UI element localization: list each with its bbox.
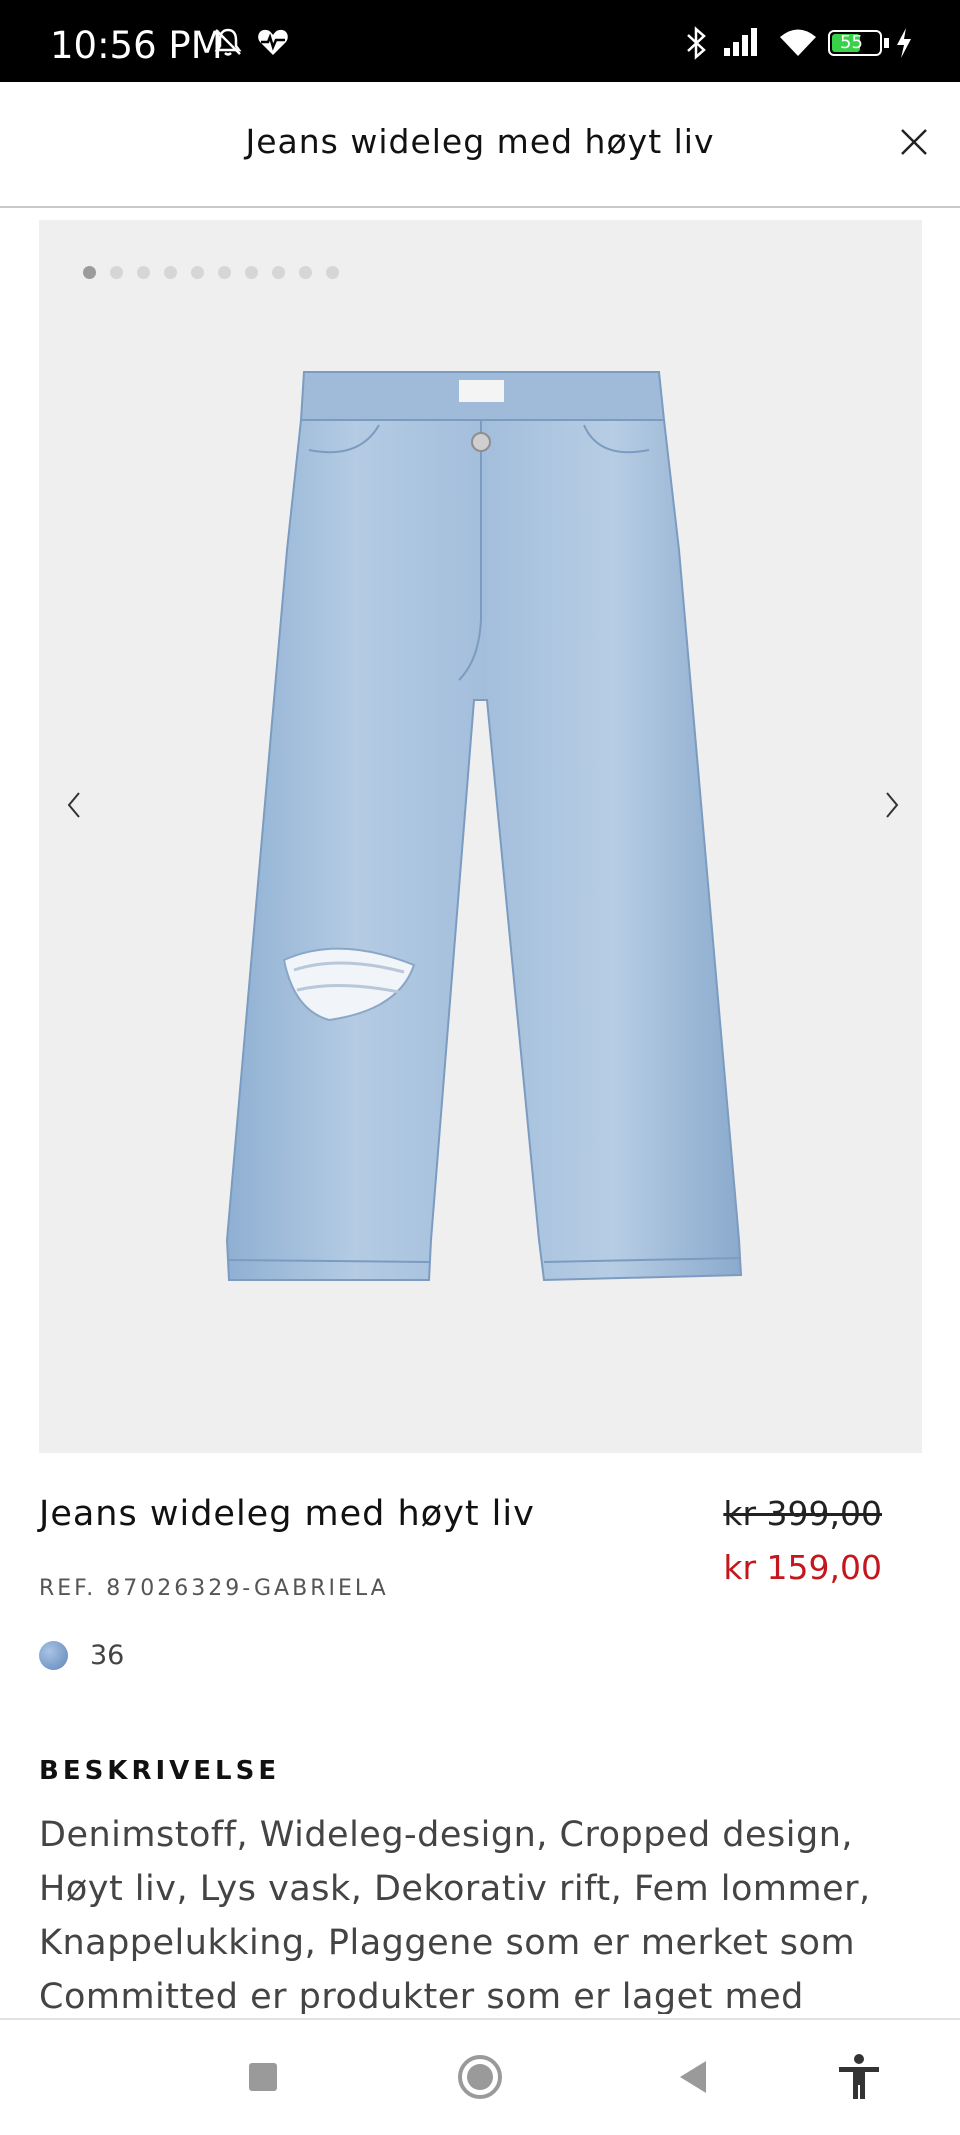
close-icon[interactable] [894,122,934,162]
product-reference: REF. 87026329-GABRIELA [39,1576,389,1601]
home-circle-icon[interactable] [455,2052,505,2102]
heart-monitor-icon [258,29,288,55]
product-image-gallery[interactable] [39,220,922,1453]
size-value: 36 [90,1640,125,1671]
description-heading: BESKRIVELSE [39,1756,281,1786]
bluetooth-icon [687,26,706,60]
back-triangle-icon[interactable] [670,2052,720,2102]
recents-square-icon[interactable] [238,2052,288,2102]
sale-price: kr 159,00 [723,1548,882,1587]
status-time: 10:56 PM [50,24,223,67]
product-name: Jeans wideleg med høyt liv [39,1494,535,1534]
battery-tip-icon [884,38,889,48]
battery-level: 55 [840,32,863,53]
mute-bell-icon [214,28,242,56]
page-header: Jeans wideleg med høyt liv [0,82,960,208]
color-swatch[interactable] [39,1641,68,1670]
system-nav-bar [0,2018,960,2135]
page-title: Jeans wideleg med høyt liv [245,122,715,161]
signal-icon [724,28,757,56]
battery-icon: 55 [828,30,882,56]
accessibility-icon[interactable] [834,2052,884,2102]
gallery-next-arrow-icon[interactable] [877,785,907,825]
original-price: kr 399,00 [723,1494,882,1533]
product-image [225,371,743,1282]
color-size-row: 36 [39,1640,124,1671]
gallery-prev-arrow-icon[interactable] [59,785,89,825]
wifi-icon [780,29,816,56]
description-text: Denimstoff, Wideleg-design, Cropped desi… [39,1815,871,2014]
status-bar: 10:56 PM 55 [0,0,960,82]
charging-icon [897,28,911,58]
